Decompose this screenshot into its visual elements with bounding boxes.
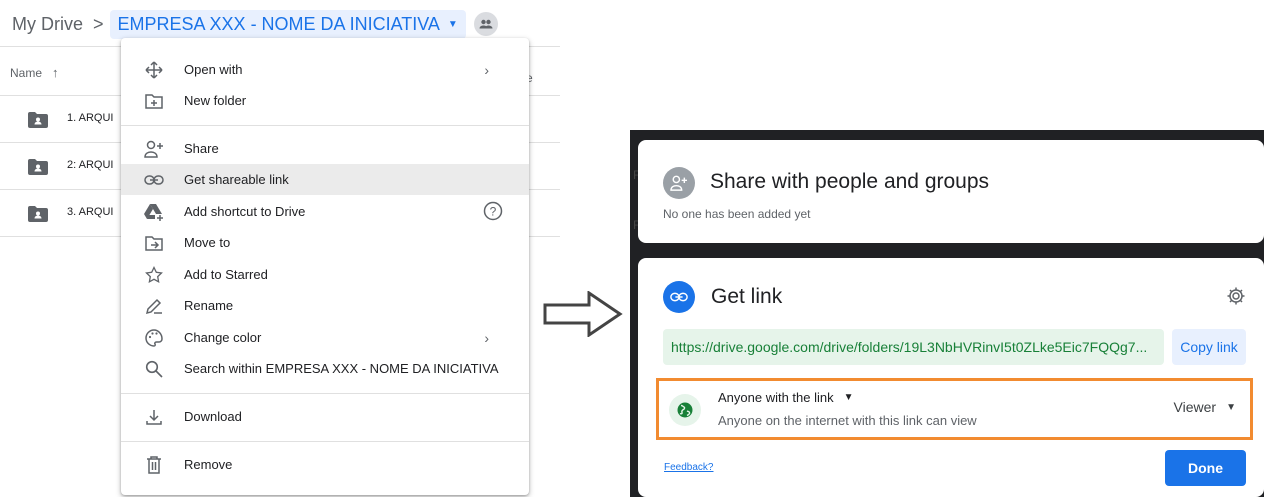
menu-item-label: Rename	[184, 298, 234, 313]
sort-arrow-icon[interactable]: ↑	[52, 65, 59, 80]
feedback-link[interactable]: Feedback?	[664, 462, 713, 473]
menu-item-remove[interactable]: Remove	[121, 449, 529, 480]
file-row-label: 2: ARQUI	[67, 159, 114, 171]
search-icon	[143, 358, 165, 380]
done-button[interactable]: Done	[1165, 450, 1246, 486]
caret-down-icon: ▼	[447, 18, 458, 30]
caret-down-icon: ▼	[1226, 401, 1236, 413]
get-link-card: Get link https://drive.google.com/drive/…	[638, 258, 1264, 497]
link-icon	[143, 169, 165, 191]
right-arrow-icon	[543, 291, 623, 337]
name-column-header[interactable]: Name ↑	[10, 65, 59, 80]
gear-icon[interactable]	[1226, 286, 1246, 311]
person-add-icon	[143, 138, 165, 160]
menu-item-label: Get shareable link	[184, 172, 289, 187]
breadcrumb: My Drive > EMPRESA XXX - NOME DA INICIAT…	[8, 8, 498, 40]
shared-folder-icon	[28, 159, 48, 175]
help-icon[interactable]: ?	[483, 201, 503, 226]
menu-item-download[interactable]: Download	[121, 401, 529, 432]
link-access-dropdown[interactable]: Anyone with the link ▼	[718, 390, 854, 405]
menu-item-label: New folder	[184, 93, 247, 108]
move-folder-icon	[143, 232, 165, 254]
shared-folder-icon	[28, 112, 48, 128]
breadcrumb-my-drive[interactable]: My Drive	[8, 14, 87, 35]
share-subtitle: No one has been added yet	[663, 207, 811, 221]
shared-folder-icon	[28, 206, 48, 222]
menu-item-add-to-starred[interactable]: Add to Starred	[121, 259, 529, 290]
menu-divider	[121, 393, 529, 394]
breadcrumb-current-label: EMPRESA XXX - NOME DA INICIATIVA	[117, 13, 440, 34]
star-icon	[143, 264, 165, 286]
menu-item-label: Open with	[184, 62, 243, 77]
menu-item-get-shareable-link[interactable]: Get shareable link	[121, 164, 529, 195]
move-cross-icon	[143, 59, 165, 81]
menu-item-move-to[interactable]: Move to	[121, 227, 529, 258]
folder-plus-icon	[143, 90, 165, 112]
menu-item-share[interactable]: Share	[121, 133, 529, 164]
palette-icon	[143, 327, 165, 349]
menu-item-open-with[interactable]: Open with ›	[121, 54, 529, 85]
role-label: Viewer	[1173, 399, 1217, 415]
file-row-label: 3. ARQUI	[67, 206, 114, 218]
chevron-right-icon: ›	[484, 61, 489, 78]
breadcrumb-current-folder[interactable]: EMPRESA XXX - NOME DA INICIATIVA ▼	[109, 9, 466, 39]
link-access-description: Anyone on the internet with this link ca…	[718, 413, 977, 428]
menu-item-label: Search within EMPRESA XXX - NOME DA INIC…	[184, 361, 499, 376]
menu-item-label: Add shortcut to Drive	[184, 204, 306, 219]
pencil-icon	[143, 295, 165, 317]
link-icon	[663, 281, 695, 313]
menu-item-rename[interactable]: Rename	[121, 290, 529, 321]
context-menu: Open with › New folder Share Get shareab…	[121, 38, 529, 495]
menu-divider	[121, 441, 529, 442]
menu-item-label: Move to	[184, 235, 231, 250]
chevron-right-icon: ›	[484, 329, 489, 346]
menu-item-label: Share	[184, 141, 219, 156]
screenshot-root: My Drive > EMPRESA XXX - NOME DA INICIAT…	[0, 0, 1264, 497]
menu-item-add-shortcut[interactable]: Add shortcut to Drive ?	[121, 196, 529, 227]
trash-icon	[143, 454, 165, 476]
menu-item-change-color[interactable]: Change color ›	[121, 322, 529, 353]
menu-item-label: Change color	[184, 330, 262, 345]
copy-link-button[interactable]: Copy link	[1172, 329, 1246, 365]
share-people-card[interactable]: Share with people and groups No one has …	[638, 140, 1264, 243]
drive-shortcut-icon	[143, 201, 165, 223]
shareable-link-field[interactable]: https://drive.google.com/drive/folders/1…	[663, 329, 1164, 365]
menu-item-label: Remove	[184, 457, 233, 472]
link-access-settings: Anyone with the link ▼ Anyone on the int…	[656, 378, 1253, 440]
caret-down-icon: ▼	[843, 392, 854, 403]
get-link-title: Get link	[711, 285, 783, 308]
name-column-label: Name	[10, 65, 43, 80]
role-dropdown[interactable]: Viewer ▼	[1174, 399, 1236, 415]
menu-item-label: Add to Starred	[184, 267, 268, 282]
share-title: Share with people and groups	[710, 170, 990, 193]
menu-item-label: Download	[184, 409, 242, 424]
breadcrumb-separator: >	[93, 13, 104, 34]
people-icon[interactable]	[473, 12, 498, 36]
person-add-icon	[663, 167, 695, 199]
globe-icon	[669, 394, 701, 426]
svg-text:?: ?	[490, 205, 497, 219]
menu-divider	[121, 125, 529, 126]
menu-item-new-folder[interactable]: New folder	[121, 85, 529, 116]
menu-item-search-within[interactable]: Search within EMPRESA XXX - NOME DA INIC…	[121, 353, 529, 384]
link-access-label: Anyone with the link	[718, 390, 834, 405]
file-row-label: 1. ARQUI	[67, 112, 114, 124]
download-icon	[143, 406, 165, 428]
